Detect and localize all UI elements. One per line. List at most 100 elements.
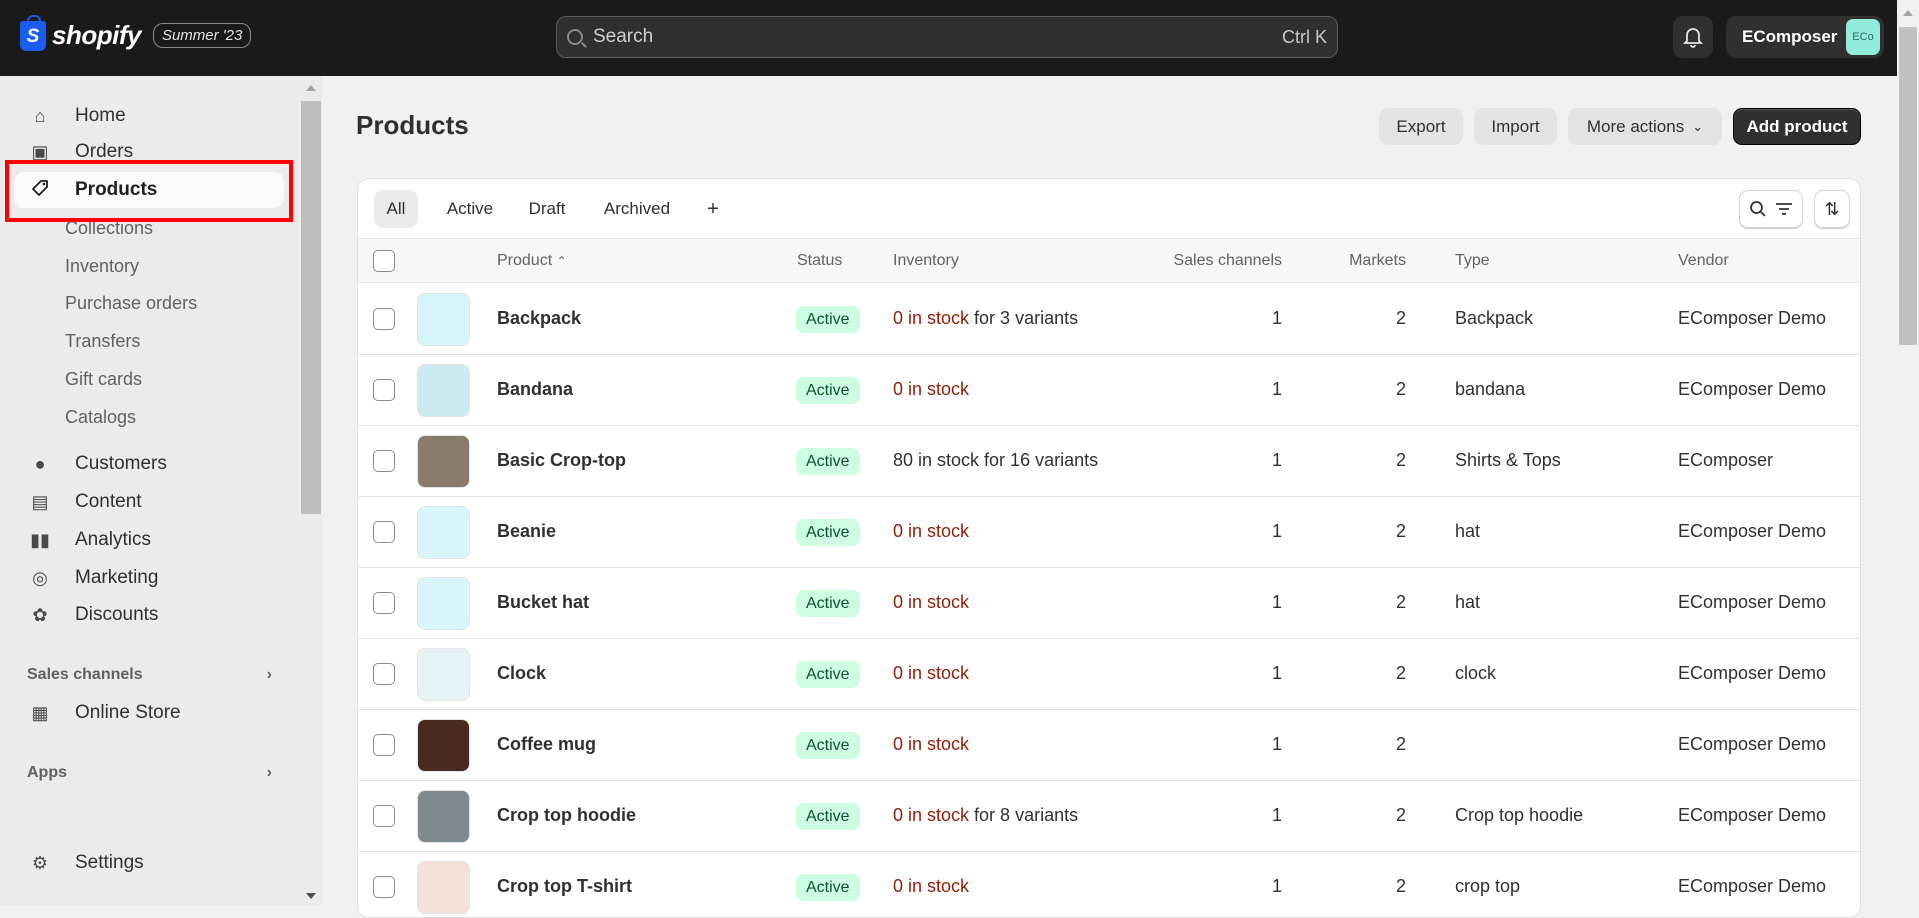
sidebar-item-analytics[interactable]: ▮▮ Analytics <box>14 522 284 558</box>
sidebar-item-label: Analytics <box>75 529 152 550</box>
product-name-link[interactable]: Clock <box>497 663 546 684</box>
shopify-logo[interactable]: S shopify Summer '23 <box>20 14 252 51</box>
sidebar-subitem-inventory[interactable]: Inventory <box>65 256 139 277</box>
product-thumbnail[interactable] <box>417 293 470 346</box>
scroll-up-arrow-icon[interactable] <box>306 85 316 91</box>
sidebar-item-content[interactable]: ▤ Content <box>14 484 284 520</box>
product-name-link[interactable]: Crop top hoodie <box>497 805 636 826</box>
sales-channels-label: Sales channels <box>27 666 143 683</box>
sidebar-subitem-purchase-orders[interactable]: Purchase orders <box>65 293 197 314</box>
row-checkbox[interactable] <box>373 308 395 330</box>
sales-channels-header[interactable]: Sales channels › <box>27 666 272 684</box>
product-name-link[interactable]: Crop top T-shirt <box>497 876 632 897</box>
table-row[interactable]: Coffee mug Active 0 in stock 1 2 EComposer De… <box>358 710 1860 781</box>
row-checkbox[interactable] <box>373 592 395 614</box>
product-thumbnail[interactable] <box>417 364 470 417</box>
sidebar-subitem-catalogs[interactable]: Catalogs <box>65 407 136 428</box>
row-checkbox[interactable] <box>373 805 395 827</box>
apps-header[interactable]: Apps › <box>27 764 272 782</box>
column-header-product[interactable]: Product ⌃ <box>497 252 567 270</box>
table-row[interactable]: Crop top hoodie Active 0 in stock for 8 va… <box>358 781 1860 852</box>
page-scrollbar-thumb[interactable] <box>1899 27 1917 345</box>
product-name-link[interactable]: Bandana <box>497 379 573 400</box>
search-filter-button[interactable] <box>1739 190 1803 228</box>
inventory-cell: 0 in stock <box>893 663 969 684</box>
home-icon: ⌂ <box>34 105 46 126</box>
row-checkbox[interactable] <box>373 521 395 543</box>
tab-draft[interactable]: Draft <box>518 190 576 228</box>
table-row[interactable]: Clock Active 0 in stock 1 2 clock EComposer De… <box>358 639 1860 710</box>
sidebar-item-settings[interactable]: ⚙ Settings <box>14 845 284 881</box>
table-row[interactable]: Bucket hat Active 0 in stock 1 2 hat EComposer… <box>358 568 1860 639</box>
sales-channels-count: 1 <box>1271 876 1282 896</box>
chevron-down-icon: ⌄ <box>1692 118 1704 134</box>
stock-count: 0 in stock <box>893 876 970 896</box>
row-checkbox[interactable] <box>373 450 395 472</box>
column-header-status: Status <box>797 252 843 269</box>
sidebar-item-label: Home <box>75 105 126 126</box>
product-name-link[interactable]: Beanie <box>497 521 556 542</box>
product-vendor: EComposer Demo <box>1678 379 1827 399</box>
sales-channels-count: 1 <box>1271 379 1282 399</box>
product-name-link[interactable]: Backpack <box>497 308 581 329</box>
markets-count: 2 <box>1395 308 1406 328</box>
product-type: crop top <box>1455 876 1521 896</box>
sidebar-item-marketing[interactable]: ◎ Marketing <box>14 560 284 596</box>
more-actions-button[interactable]: More actions ⌄ <box>1568 108 1722 145</box>
edition-badge: Summer '23 <box>152 23 252 48</box>
sidebar-item-discounts[interactable]: ✿ Discounts <box>14 597 284 633</box>
row-checkbox[interactable] <box>373 663 395 685</box>
sidebar-scrollbar[interactable] <box>300 76 322 905</box>
product-thumbnail[interactable] <box>417 648 470 701</box>
account-menu[interactable]: EComposer ECo <box>1726 16 1884 58</box>
stock-count: 0 in stock <box>893 592 970 612</box>
stock-count: 0 in stock <box>893 734 970 754</box>
product-thumbnail[interactable] <box>417 719 470 772</box>
sidebar-subitem-gift-cards[interactable]: Gift cards <box>65 369 142 390</box>
scroll-down-arrow-icon[interactable] <box>306 893 316 899</box>
sidebar-subitem-transfers[interactable]: Transfers <box>65 331 140 352</box>
tab-all[interactable]: All <box>374 190 418 228</box>
status-badge: Active <box>796 519 860 546</box>
table-row[interactable]: Bandana Active 0 in stock 1 2 bandana ECompose… <box>358 355 1860 426</box>
notifications-button[interactable] <box>1673 16 1713 58</box>
product-thumbnail[interactable] <box>417 435 470 488</box>
product-thumbnail[interactable] <box>417 861 470 914</box>
import-button[interactable]: Import <box>1474 108 1557 145</box>
scroll-up-arrow-icon[interactable] <box>1903 10 1913 16</box>
column-header-vendor: Vendor <box>1678 252 1729 269</box>
sidebar-item-home[interactable]: ⌂ Home <box>14 98 284 134</box>
page-scrollbar[interactable] <box>1897 0 1919 905</box>
product-name-link[interactable]: Bucket hat <box>497 592 589 613</box>
row-checkbox[interactable] <box>373 379 395 401</box>
tab-active[interactable]: Active <box>438 190 502 228</box>
product-vendor: EComposer Demo <box>1678 805 1827 825</box>
product-type: Crop top hoodie <box>1455 805 1584 825</box>
table-row[interactable]: Backpack Active 0 in stock for 3 variants 1… <box>358 284 1860 355</box>
sidebar-item-customers[interactable]: ● Customers <box>14 446 284 482</box>
add-view-button[interactable]: + <box>698 190 728 228</box>
product-name-link[interactable]: Basic Crop-top <box>497 450 626 471</box>
product-thumbnail[interactable] <box>417 790 470 843</box>
table-row[interactable]: Basic Crop-top Active 80 in stock for 16 v… <box>358 426 1860 497</box>
sidebar-item-label: Customers <box>75 453 167 474</box>
sort-button[interactable]: ⇅ <box>1814 190 1850 228</box>
export-button[interactable]: Export <box>1379 108 1463 145</box>
row-checkbox[interactable] <box>373 876 395 898</box>
gear-icon: ⚙ <box>31 852 49 873</box>
markets-count: 2 <box>1395 876 1406 896</box>
select-all-checkbox[interactable] <box>373 250 395 272</box>
add-product-button[interactable]: Add product <box>1733 108 1861 145</box>
status-badge: Active <box>796 377 860 404</box>
table-row[interactable]: Crop top T-shirt Active 0 in stock 1 2 crop t… <box>358 852 1860 917</box>
search-input[interactable]: Search Ctrl K <box>556 16 1338 58</box>
table-row[interactable]: Beanie Active 0 in stock 1 2 hat EComposer Dem… <box>358 497 1860 568</box>
row-checkbox[interactable] <box>373 734 395 756</box>
product-thumbnail[interactable] <box>417 577 470 630</box>
product-name-link[interactable]: Coffee mug <box>497 734 596 755</box>
sidebar-item-online-store[interactable]: ▦ Online Store <box>14 695 284 731</box>
product-thumbnail[interactable] <box>417 506 470 559</box>
status-badge: Active <box>796 874 860 901</box>
tab-archived[interactable]: Archived <box>594 190 680 228</box>
sidebar-scrollbar-thumb[interactable] <box>301 101 321 514</box>
